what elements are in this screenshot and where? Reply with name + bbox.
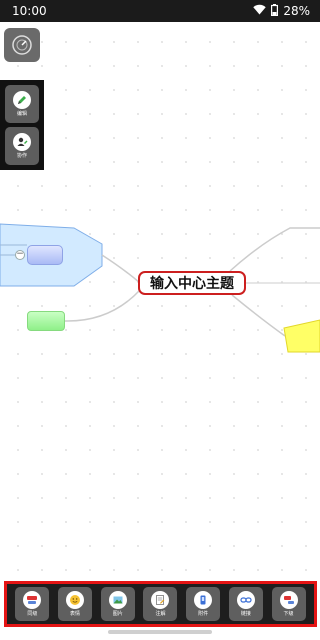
connector-line	[229, 227, 320, 272]
toolbar-label: 附件	[198, 611, 209, 617]
user-edit-icon	[13, 133, 31, 151]
toolbar-note-button[interactable]: 注解	[143, 587, 178, 621]
side-tool-label: 编辑	[16, 111, 27, 117]
collapse-toggle[interactable]: −	[15, 250, 25, 260]
toolbar-emoji-button[interactable]: 表情	[58, 587, 93, 621]
mindmap: − 输入中心主题	[0, 0, 320, 640]
toolbar-attachment-button[interactable]: 附件	[186, 587, 221, 621]
attachment-icon	[194, 591, 213, 609]
side-tool-collab-button[interactable]: 协作	[5, 127, 39, 165]
right-branch-shape[interactable]	[283, 319, 320, 353]
toolbar-label: 下级	[283, 611, 294, 617]
note-icon	[151, 591, 170, 609]
dial-icon	[12, 35, 32, 55]
toolbar-link-button[interactable]: 链接	[228, 587, 263, 621]
subtopic-node[interactable]	[27, 245, 63, 265]
emoji-icon	[66, 591, 85, 609]
sibling-topic-icon	[23, 591, 42, 609]
subtopic-node[interactable]	[27, 311, 65, 331]
pencil-icon	[13, 91, 31, 109]
side-tool-label: 协作	[16, 153, 27, 159]
side-tool-edit-button[interactable]: 编辑	[5, 85, 39, 123]
toolbar-label: 图片	[112, 611, 123, 617]
center-topic[interactable]: 输入中心主题	[138, 271, 246, 295]
toolbar-label: 注解	[155, 611, 166, 617]
gesture-nav-handle[interactable]	[108, 630, 212, 634]
bottom-toolbar: 同级 表情 图片 注解 附件 链接 下级	[4, 581, 317, 627]
toolbar-sibling-button[interactable]: 同级	[15, 587, 50, 621]
toolbar-child-button[interactable]: 下级	[271, 587, 306, 621]
connector-line	[101, 254, 141, 284]
dial-button[interactable]	[4, 28, 40, 62]
side-toolbar: 编辑 协作	[0, 80, 44, 170]
link-icon	[236, 591, 255, 609]
toolbar-label: 同级	[27, 611, 38, 617]
child-topic-icon	[279, 591, 298, 609]
toolbar-label: 链接	[240, 611, 251, 617]
toolbar-label: 表情	[70, 611, 81, 617]
image-icon	[108, 591, 127, 609]
toolbar-image-button[interactable]: 图片	[100, 587, 135, 621]
connector-line	[64, 289, 141, 322]
connector-line	[231, 294, 286, 337]
